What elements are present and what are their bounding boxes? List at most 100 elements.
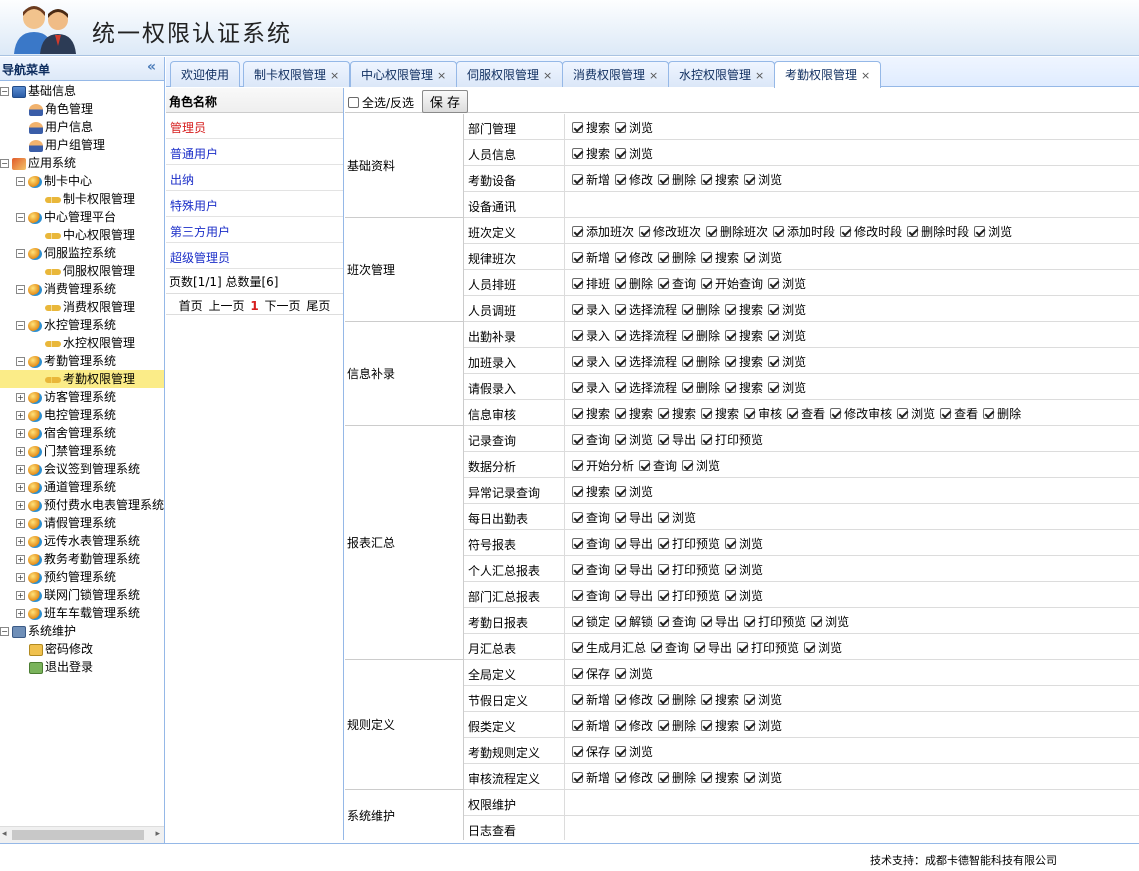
permission-checkbox[interactable] xyxy=(658,278,670,289)
permission-checkbox[interactable] xyxy=(737,642,749,653)
permission-action[interactable]: 新增 xyxy=(572,719,610,733)
permission-action[interactable]: 添加时段 xyxy=(773,225,835,239)
permission-action[interactable]: 新增 xyxy=(572,771,610,785)
expand-toggle-icon[interactable]: + xyxy=(16,573,25,582)
expand-toggle-icon[interactable]: + xyxy=(16,429,25,438)
permission-action[interactable]: 删除时段 xyxy=(907,225,969,239)
save-button[interactable]: 保 存 xyxy=(421,90,469,113)
permission-checkbox[interactable] xyxy=(725,538,737,549)
permission-checkbox[interactable] xyxy=(615,304,627,315)
permission-action[interactable]: 查看 xyxy=(787,407,825,421)
permission-checkbox[interactable] xyxy=(615,746,627,757)
nav-tree-item[interactable]: 制卡权限管理 xyxy=(0,190,135,208)
permission-action[interactable]: 查询 xyxy=(658,277,696,291)
permission-checkbox[interactable] xyxy=(658,174,670,185)
permission-action[interactable]: 搜索 xyxy=(572,485,610,499)
permission-action[interactable]: 修改 xyxy=(615,173,653,187)
permission-checkbox[interactable] xyxy=(639,460,651,471)
permission-checkbox[interactable] xyxy=(651,642,663,653)
permission-action[interactable]: 打印预览 xyxy=(658,589,720,603)
permission-action[interactable]: 录入 xyxy=(572,355,610,369)
permission-action[interactable]: 浏览 xyxy=(768,277,806,291)
role-row[interactable]: 特殊用户 xyxy=(166,191,343,217)
permission-action[interactable]: 搜索 xyxy=(725,355,763,369)
permission-action[interactable]: 查看 xyxy=(940,407,978,421)
permission-action[interactable]: 浏览 xyxy=(804,641,842,655)
permission-checkbox[interactable] xyxy=(974,226,986,237)
nav-tree-item[interactable]: − 消费管理系统 xyxy=(0,280,116,298)
nav-tree-item[interactable]: + 联网门锁管理系统 xyxy=(0,586,140,604)
permission-checkbox[interactable] xyxy=(701,772,713,783)
permission-checkbox[interactable] xyxy=(658,720,670,731)
permission-action[interactable]: 删除 xyxy=(983,407,1021,421)
permission-action[interactable]: 搜索 xyxy=(615,407,653,421)
permission-action[interactable]: 浏览 xyxy=(615,745,653,759)
nav-tree-item[interactable]: 角色管理 xyxy=(0,100,93,118)
permission-action[interactable]: 修改 xyxy=(615,719,653,733)
permission-checkbox[interactable] xyxy=(572,460,583,471)
permission-checkbox[interactable] xyxy=(811,616,823,627)
nav-tree-item[interactable]: − 基础信息 xyxy=(0,82,76,100)
permission-checkbox[interactable] xyxy=(907,226,919,237)
permission-action[interactable]: 浏览 xyxy=(725,563,763,577)
permission-checkbox[interactable] xyxy=(694,642,706,653)
nav-tree-item[interactable]: 伺服权限管理 xyxy=(0,262,135,280)
permission-action[interactable]: 打印预览 xyxy=(744,615,806,629)
permission-checkbox[interactable] xyxy=(658,408,670,419)
tab-0[interactable]: 欢迎使用 xyxy=(170,61,241,87)
permission-action[interactable]: 添加班次 xyxy=(572,225,634,239)
permission-checkbox[interactable] xyxy=(768,278,780,289)
collapse-toggle-icon[interactable]: − xyxy=(0,159,9,168)
nav-tree-item[interactable]: − 应用系统 xyxy=(0,154,76,172)
nav-tree-item[interactable]: 用户信息 xyxy=(0,118,93,136)
permission-checkbox[interactable] xyxy=(773,226,785,237)
tab-close-icon[interactable]: × xyxy=(649,69,658,82)
permission-checkbox[interactable] xyxy=(572,408,583,419)
permission-action[interactable]: 删除 xyxy=(658,173,696,187)
permission-action[interactable]: 查询 xyxy=(572,511,610,525)
permission-checkbox[interactable] xyxy=(615,616,627,627)
collapse-icon[interactable]: « xyxy=(147,59,156,75)
permission-checkbox[interactable] xyxy=(701,694,713,705)
permission-checkbox[interactable] xyxy=(572,382,583,393)
nav-tree-item[interactable]: + 门禁管理系统 xyxy=(0,442,116,460)
nav-tree-item[interactable]: + 电控管理系统 xyxy=(0,406,116,424)
collapse-toggle-icon[interactable]: − xyxy=(0,87,9,96)
permission-checkbox[interactable] xyxy=(572,486,583,497)
permission-action[interactable]: 删除 xyxy=(658,251,696,265)
permission-checkbox[interactable] xyxy=(572,694,583,705)
permission-action[interactable]: 搜索 xyxy=(701,251,739,265)
permission-action[interactable]: 选择流程 xyxy=(615,355,677,369)
permission-checkbox[interactable] xyxy=(615,538,627,549)
expand-toggle-icon[interactable]: + xyxy=(16,501,25,510)
permission-action[interactable]: 浏览 xyxy=(768,303,806,317)
permission-checkbox[interactable] xyxy=(725,330,737,341)
permission-action[interactable]: 删除 xyxy=(682,329,720,343)
role-row[interactable]: 超级管理员 xyxy=(166,243,343,269)
permission-action[interactable]: 搜索 xyxy=(701,407,739,421)
permission-action[interactable]: 搜索 xyxy=(572,147,610,161)
permission-checkbox[interactable] xyxy=(701,434,713,445)
expand-toggle-icon[interactable]: + xyxy=(16,519,25,528)
permission-checkbox[interactable] xyxy=(701,252,713,263)
tab-6[interactable]: 考勤权限管理 × xyxy=(774,61,882,88)
nav-tree-item[interactable]: 消费权限管理 xyxy=(0,298,135,316)
permission-checkbox[interactable] xyxy=(701,278,713,289)
permission-checkbox[interactable] xyxy=(768,356,780,367)
permission-checkbox[interactable] xyxy=(572,616,583,627)
permission-action[interactable]: 搜索 xyxy=(725,329,763,343)
nav-tree-item[interactable]: − 系统维护 xyxy=(0,622,76,640)
permission-checkbox[interactable] xyxy=(682,382,694,393)
permission-checkbox[interactable] xyxy=(897,408,909,419)
nav-tree-item[interactable]: 中心权限管理 xyxy=(0,226,135,244)
role-row[interactable]: 管理员 xyxy=(166,113,343,139)
permission-checkbox[interactable] xyxy=(615,720,627,731)
permission-action[interactable]: 浏览 xyxy=(768,329,806,343)
permission-checkbox[interactable] xyxy=(744,174,756,185)
pager-prev-link[interactable]: 上一页 xyxy=(208,299,244,313)
permission-checkbox[interactable] xyxy=(615,512,627,523)
permission-checkbox[interactable] xyxy=(615,356,627,367)
permission-checkbox[interactable] xyxy=(744,616,756,627)
permission-action[interactable]: 查询 xyxy=(572,589,610,603)
permission-checkbox[interactable] xyxy=(572,226,583,237)
